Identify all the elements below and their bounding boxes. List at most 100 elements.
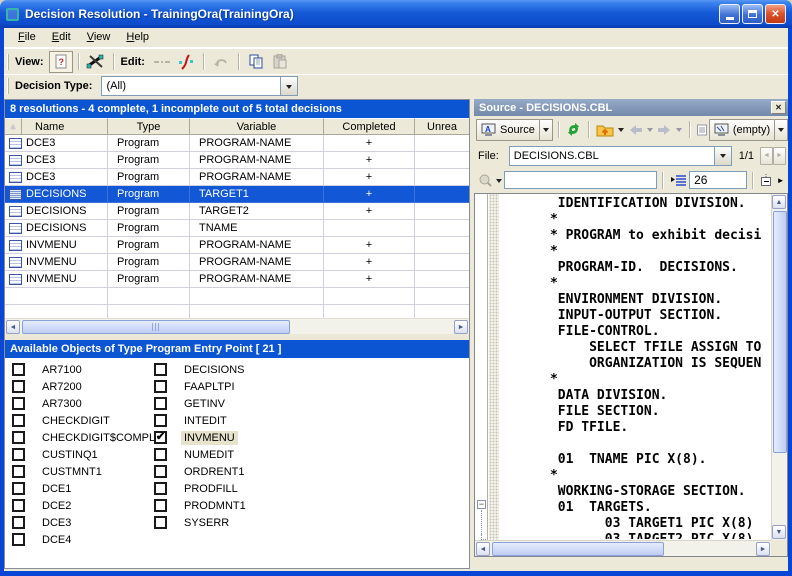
paste-button[interactable] (268, 51, 292, 73)
checkbox[interactable] (12, 499, 25, 512)
table-row[interactable]: DECISIONSProgramTARGET2+ (5, 203, 469, 220)
menu-help[interactable]: Help (118, 29, 157, 46)
checkbox[interactable] (154, 363, 167, 376)
menu-view[interactable]: View (79, 29, 119, 46)
object-checkbox-item[interactable]: CHECKDIGIT (5, 412, 147, 429)
object-checkbox-item[interactable]: CHECKDIGIT$COMPL (5, 429, 147, 446)
checkbox[interactable] (12, 516, 25, 529)
folder-dropdown[interactable] (616, 119, 626, 141)
scroll-left-button[interactable]: ◄ (476, 542, 490, 556)
object-checkbox-item[interactable]: AR7300 (5, 395, 147, 412)
scrollbar-thumb[interactable] (773, 211, 787, 453)
previous-page-button[interactable]: ◄ (760, 147, 773, 165)
column-header-completed[interactable]: Completed (324, 118, 415, 135)
close-button[interactable]: ✕ (765, 4, 786, 24)
grid-horizontal-scrollbar[interactable]: ◄ ► (5, 318, 469, 334)
scrollbar-thumb[interactable] (492, 542, 664, 556)
checkbox[interactable] (12, 465, 25, 478)
checkbox[interactable] (12, 397, 25, 410)
copy-button[interactable] (244, 51, 268, 73)
checkbox[interactable] (12, 363, 25, 376)
menu-file[interactable]: File (10, 29, 44, 46)
edit-line-button[interactable] (150, 51, 174, 73)
edit-split-button[interactable] (174, 51, 198, 73)
goto-line-button[interactable] (668, 169, 689, 191)
next-page-button[interactable]: ► (773, 147, 786, 165)
line-number-input[interactable] (689, 171, 747, 189)
decision-type-dropdown-button[interactable] (280, 77, 297, 95)
checkbox[interactable] (12, 482, 25, 495)
object-checkbox-item[interactable]: SYSERR (147, 514, 469, 531)
object-checkbox-item[interactable]: DCE3 (5, 514, 147, 531)
column-header-variable[interactable]: Variable (190, 118, 324, 135)
object-checkbox-item[interactable]: GETINV (147, 395, 469, 412)
nav-forward-button[interactable] (655, 119, 674, 141)
source-view-dropdown[interactable] (540, 119, 553, 141)
table-row[interactable]: DECISIONSProgramTARGET1+ (5, 186, 469, 203)
object-checkbox-item[interactable]: ✔INVMENU (147, 429, 469, 446)
checkbox[interactable] (154, 448, 167, 461)
object-checkbox-item[interactable]: DCE4 (5, 531, 147, 548)
nav-back-button[interactable] (626, 119, 645, 141)
checkbox[interactable] (12, 380, 25, 393)
nav-forward-dropdown[interactable] (674, 119, 684, 141)
object-checkbox-item[interactable]: CUSTINQ1 (5, 446, 147, 463)
object-checkbox-item[interactable]: PRODMNT1 (147, 497, 469, 514)
checkbox[interactable]: ✔ (154, 431, 167, 444)
fold-collapse-icon[interactable]: − (477, 500, 486, 509)
undo-button[interactable] (209, 51, 233, 73)
table-row[interactable]: DCE3ProgramPROGRAM-NAME+ (5, 135, 469, 152)
column-header-name[interactable]: Name (22, 118, 108, 135)
scroll-up-button[interactable]: ▲ (772, 195, 786, 209)
decision-type-combobox[interactable]: (All) (101, 76, 298, 96)
view-diagram-button[interactable] (84, 51, 108, 73)
view-report-button[interactable]: ? (49, 51, 73, 73)
column-header-unreachable[interactable]: Unrea (415, 118, 469, 135)
search-dropdown[interactable] (494, 169, 504, 191)
collapse-button[interactable] (758, 169, 775, 191)
object-checkbox-item[interactable]: DCE1 (5, 480, 147, 497)
search-button[interactable] (476, 169, 494, 191)
file-combobox[interactable]: DECISIONS.CBL (509, 146, 732, 166)
source-close-button[interactable]: ✕ (771, 101, 786, 114)
object-checkbox-item[interactable]: NUMEDIT (147, 446, 469, 463)
object-checkbox-item[interactable]: ORDRENT1 (147, 463, 469, 480)
object-checkbox-item[interactable]: DCE2 (5, 497, 147, 514)
checkbox[interactable] (12, 431, 25, 444)
folder-up-button[interactable] (594, 119, 616, 141)
object-checkbox-item[interactable]: AR7200 (5, 378, 147, 395)
refresh-button[interactable] (564, 119, 583, 141)
sort-column-header[interactable]: ▲ (5, 118, 22, 135)
table-row[interactable]: DCE3ProgramPROGRAM-NAME+ (5, 152, 469, 169)
context-selector-dropdown[interactable] (775, 119, 788, 141)
context-selector[interactable]: (empty) (709, 119, 775, 141)
table-row[interactable]: INVMENUProgramPROGRAM-NAME+ (5, 254, 469, 271)
menu-edit[interactable]: Edit (44, 29, 79, 46)
source-view-button[interactable]: A Source (476, 119, 540, 141)
checkbox[interactable] (154, 465, 167, 478)
object-checkbox-item[interactable]: INTEDIT (147, 412, 469, 429)
maximize-button[interactable] (742, 4, 763, 24)
list-button[interactable] (695, 119, 709, 141)
checkbox[interactable] (12, 448, 25, 461)
checkbox[interactable] (154, 499, 167, 512)
minimize-button[interactable] (719, 4, 740, 24)
code-horizontal-scrollbar[interactable]: ◄ ► (475, 540, 771, 556)
column-header-type[interactable]: Type (108, 118, 190, 135)
scroll-right-button[interactable]: ► (756, 542, 770, 556)
object-checkbox-item[interactable]: DECISIONS (147, 361, 469, 378)
toolbar-overflow-button[interactable]: ► (775, 170, 786, 190)
toolbar-grip[interactable] (7, 78, 9, 94)
nav-back-dropdown[interactable] (645, 119, 655, 141)
scroll-down-button[interactable]: ▼ (772, 525, 786, 539)
checkbox[interactable] (12, 533, 25, 546)
object-checkbox-item[interactable]: FAAPLTPI (147, 378, 469, 395)
object-checkbox-item[interactable]: PRODFILL (147, 480, 469, 497)
scrollbar-thumb[interactable] (22, 320, 290, 334)
checkbox[interactable] (12, 414, 25, 427)
table-row[interactable]: INVMENUProgramPROGRAM-NAME+ (5, 237, 469, 254)
file-dropdown-button[interactable] (714, 147, 731, 165)
search-input[interactable] (504, 171, 657, 189)
table-row[interactable]: INVMENUProgramPROGRAM-NAME+ (5, 271, 469, 288)
code-vertical-scrollbar[interactable]: ▲ ▼ (771, 194, 787, 540)
